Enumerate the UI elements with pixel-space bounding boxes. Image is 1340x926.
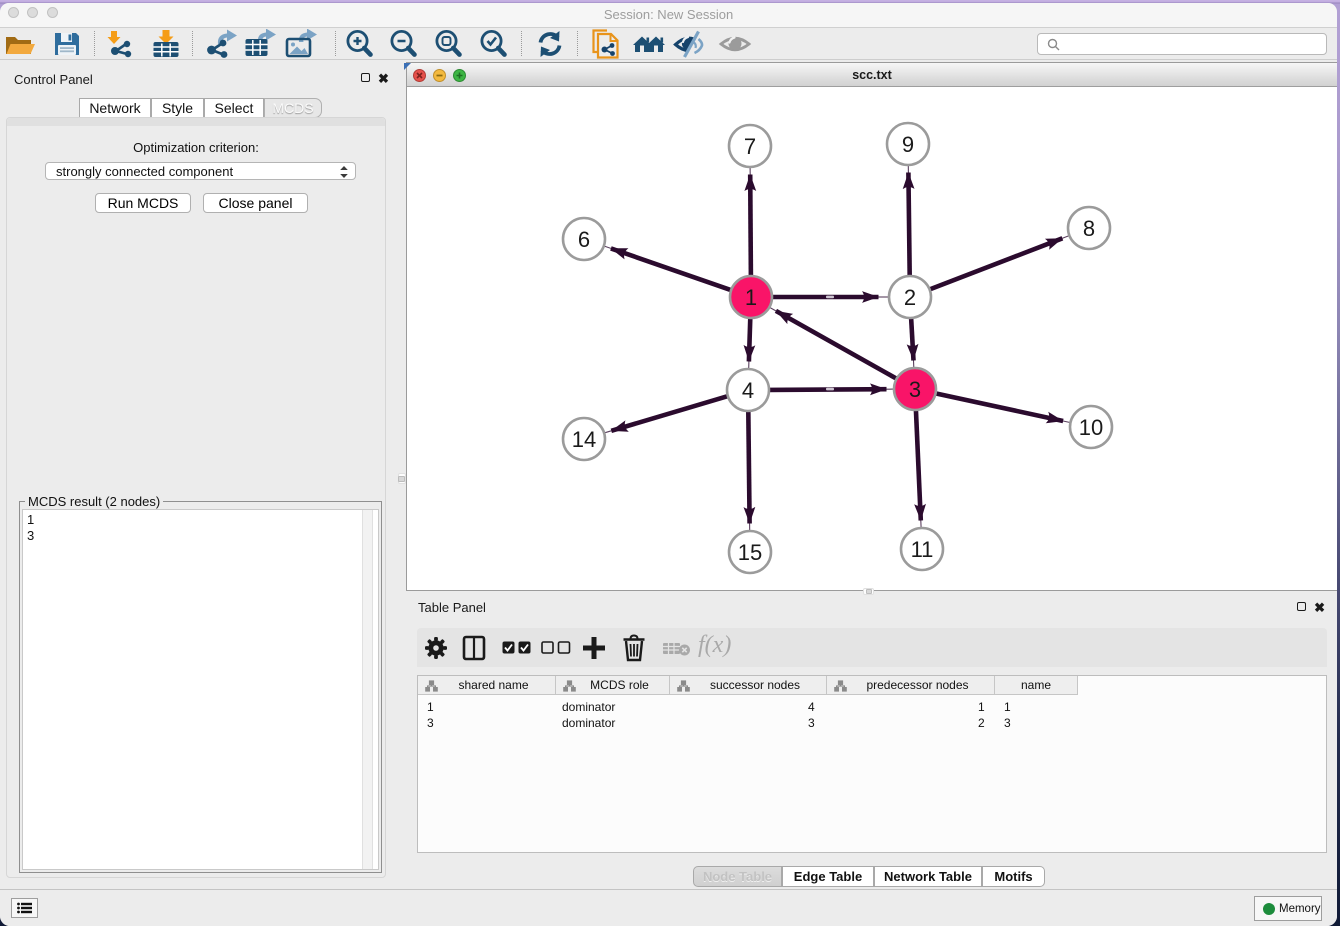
svg-text:3: 3 [909,377,921,402]
svg-text:9: 9 [902,132,914,157]
svg-text:7: 7 [744,134,756,159]
svg-text:4: 4 [742,378,754,403]
svg-text:11: 11 [911,537,934,562]
svg-text:15: 15 [738,540,762,565]
svg-text:2: 2 [904,285,916,310]
svg-text:1: 1 [745,285,757,310]
svg-text:8: 8 [1083,216,1095,241]
svg-text:14: 14 [572,427,596,452]
svg-text:10: 10 [1079,415,1103,440]
svg-text:6: 6 [578,227,590,252]
